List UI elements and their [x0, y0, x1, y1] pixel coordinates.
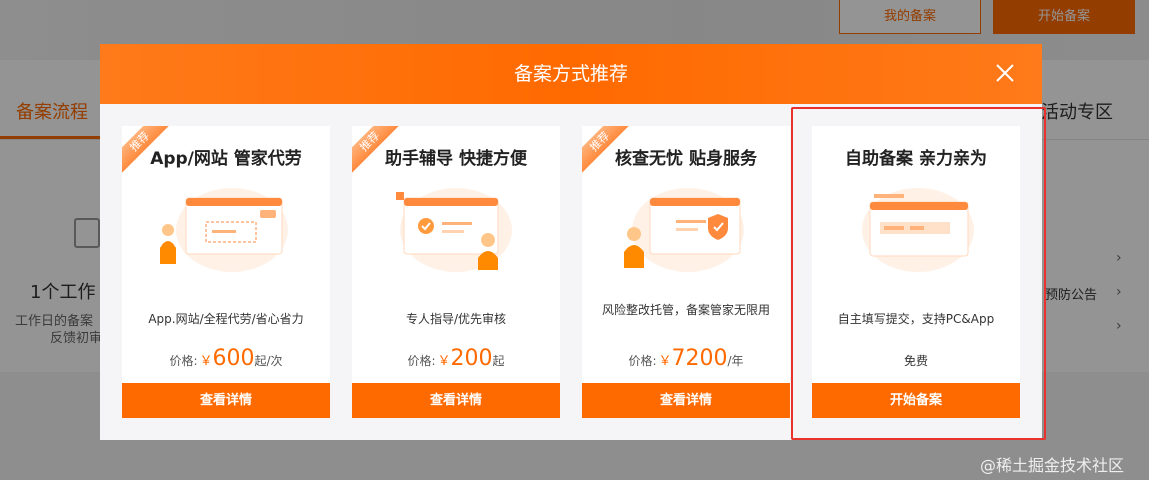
- price-currency: ￥: [658, 354, 672, 369]
- security-illustration-icon: [616, 178, 756, 278]
- view-details-button[interactable]: 查看详情: [582, 383, 790, 418]
- dialog-title: 备案方式推荐: [513, 63, 628, 85]
- price-row: 价格: ￥600起/次: [122, 346, 330, 371]
- card-title: 助手辅导 快捷方便: [385, 149, 527, 169]
- price-currency: ￥: [437, 354, 451, 369]
- price-unit: /年: [727, 354, 744, 368]
- price-amount: 200: [450, 346, 493, 371]
- price-row: 价格: ￥200起: [352, 346, 560, 371]
- price-amount: 600: [212, 346, 255, 371]
- plan-card-verified: 推荐 核查无忧 贴身服务 风险整改托管，备案管家无限用 价格: ￥7200/年 查…: [582, 126, 790, 418]
- highlight-annotation: [791, 107, 1046, 440]
- website-illustration-icon: [156, 178, 296, 278]
- close-icon[interactable]: [992, 60, 1018, 86]
- card-description: 专人指导/优先审核: [405, 312, 507, 326]
- watermark: @稀土掘金技术社区: [980, 456, 1125, 475]
- price-unit: 起/次: [254, 354, 283, 368]
- price-amount: 7200: [671, 346, 728, 371]
- card-description: 风险整改托管，备案管家无限用: [601, 303, 770, 317]
- price-row: 价格: ￥7200/年: [582, 346, 790, 371]
- assistant-illustration-icon: [386, 178, 526, 278]
- view-details-button[interactable]: 查看详情: [352, 383, 560, 418]
- card-description: App.网站/全程代劳/省心省力: [148, 312, 304, 326]
- card-title: 核查无忧 贴身服务: [615, 149, 757, 169]
- card-title: App/网站 管家代劳: [150, 149, 302, 169]
- view-details-button[interactable]: 查看详情: [122, 383, 330, 418]
- plan-card-managed: 推荐 App/网站 管家代劳 App.网站/全程代劳/省心省力 价格: ￥600起…: [122, 126, 330, 418]
- price-currency: ￥: [199, 354, 213, 369]
- price-label: 价格:: [169, 354, 198, 368]
- plan-card-assisted: 推荐 助手辅导 快捷方便 专人指导/优先审核 价格: ￥200起 查看详情: [352, 126, 560, 418]
- price-label: 价格:: [628, 354, 657, 368]
- price-label: 价格:: [407, 354, 436, 368]
- price-unit: 起: [492, 354, 505, 368]
